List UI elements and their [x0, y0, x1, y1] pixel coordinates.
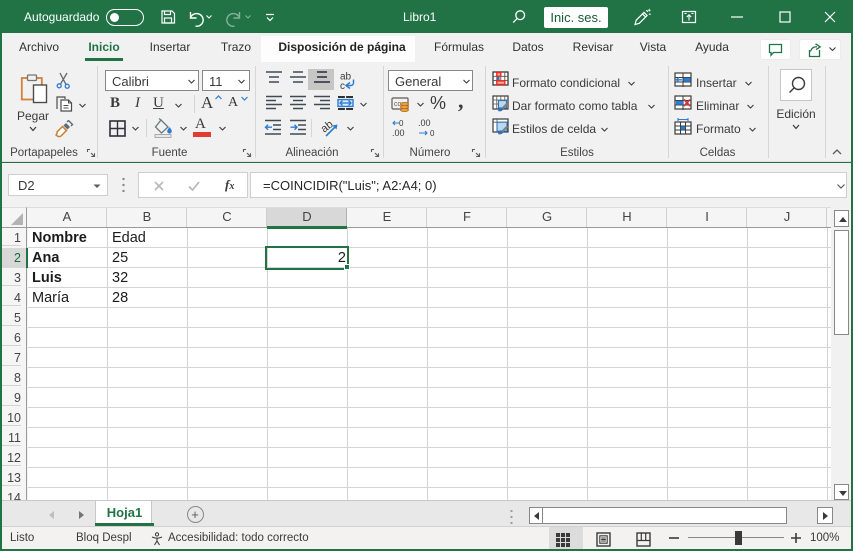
svg-text:c: c: [340, 81, 345, 90]
svg-text:0: 0: [399, 119, 404, 128]
svg-text:ab: ab: [319, 118, 336, 135]
svg-text:.00: .00: [418, 118, 431, 128]
svg-text:0: 0: [430, 129, 435, 138]
svg-text:.00: .00: [392, 128, 405, 138]
